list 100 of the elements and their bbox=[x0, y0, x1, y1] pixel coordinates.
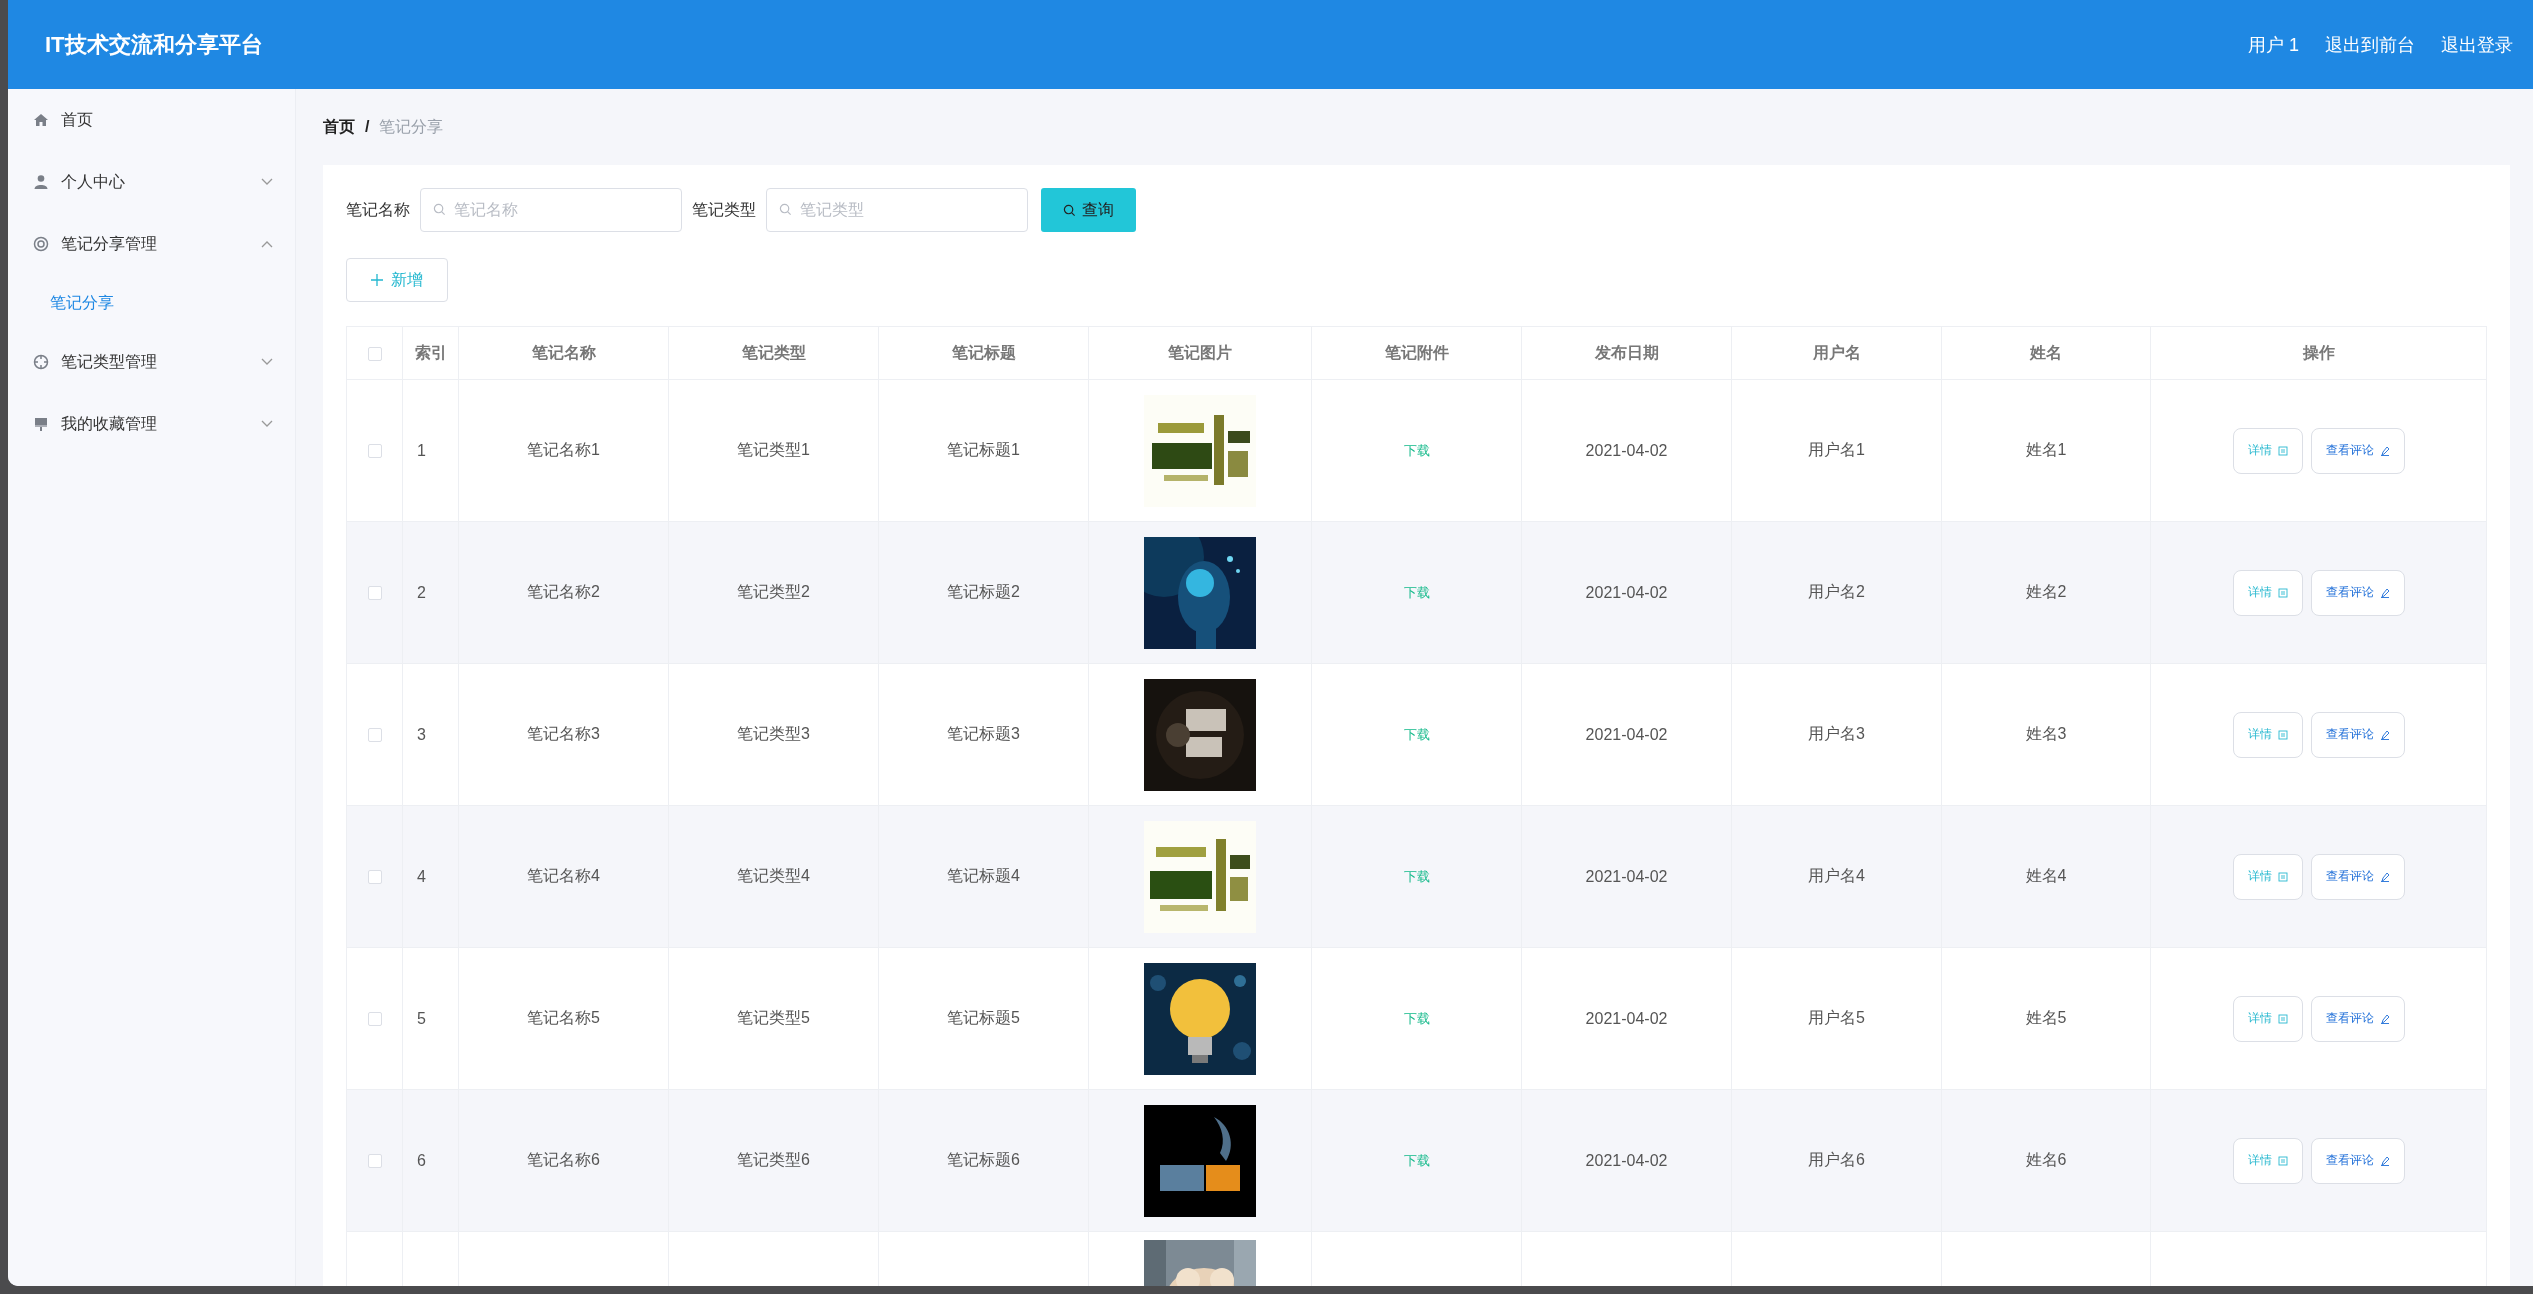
pencil-icon bbox=[2379, 445, 2390, 456]
comments-button[interactable]: 查看评论 bbox=[2310, 853, 2405, 900]
table-cell: 笔记类型5 bbox=[737, 1009, 810, 1026]
home-icon bbox=[33, 112, 49, 128]
pencil-icon bbox=[2379, 871, 2390, 882]
details-button[interactable]: 详情 bbox=[2232, 995, 2303, 1042]
pin-icon bbox=[33, 416, 49, 432]
field-label: 笔记名称 bbox=[346, 199, 410, 220]
search-icon bbox=[433, 203, 446, 216]
table-cell: 笔记名称5 bbox=[527, 1009, 600, 1026]
pencil-icon bbox=[2379, 1155, 2390, 1166]
table-cell: 姓名4 bbox=[2025, 867, 2067, 884]
checkbox[interactable] bbox=[367, 1154, 382, 1169]
search-icon bbox=[779, 203, 792, 216]
app-title: IT技术交流和分享平台 bbox=[45, 30, 263, 59]
index-cell: 4 bbox=[417, 867, 426, 885]
search-button[interactable]: 查询 bbox=[1041, 188, 1136, 232]
table-cell: 笔记类型4 bbox=[737, 867, 810, 884]
table-cell: 笔记标题4 bbox=[947, 867, 1020, 884]
sidebar-item[interactable]: 笔记类型管理 bbox=[8, 331, 295, 393]
checkbox[interactable] bbox=[367, 870, 382, 885]
plus-icon bbox=[371, 274, 383, 286]
table-cell: 用户名3 bbox=[1808, 725, 1865, 742]
sidebar-item[interactable]: 首页 bbox=[8, 89, 295, 151]
column-header: 姓名 bbox=[2030, 343, 2062, 361]
table-cell: 用户名6 bbox=[1808, 1151, 1865, 1168]
checkbox[interactable] bbox=[367, 1012, 382, 1027]
checkbox[interactable] bbox=[367, 346, 382, 361]
details-button[interactable]: 详情 bbox=[2232, 711, 2303, 758]
comments-button[interactable]: 查看评论 bbox=[2310, 995, 2405, 1042]
index-cell: 3 bbox=[417, 725, 426, 743]
comments-button[interactable]: 查看评论 bbox=[2310, 711, 2405, 758]
header-link[interactable]: 退出到前台 bbox=[2325, 32, 2415, 57]
document-icon bbox=[2277, 1155, 2288, 1166]
breadcrumb-current: 笔记分享 bbox=[379, 116, 444, 137]
table-cell: 用户名2 bbox=[1808, 583, 1865, 600]
document-icon bbox=[2277, 729, 2288, 740]
download-link[interactable]: 下载 bbox=[1403, 585, 1430, 600]
table-cell: 2021-04-02 bbox=[1585, 583, 1668, 601]
table-cell: 姓名2 bbox=[2025, 583, 2067, 600]
checkbox[interactable] bbox=[367, 728, 382, 743]
table-cell: 2021-04-02 bbox=[1585, 1151, 1668, 1169]
download-link[interactable]: 下载 bbox=[1403, 1153, 1430, 1168]
checkbox[interactable] bbox=[367, 444, 382, 459]
table-cell: 笔记类型6 bbox=[737, 1151, 810, 1168]
table-cell: 笔记名称4 bbox=[527, 867, 600, 884]
column-header: 索引 bbox=[414, 343, 447, 361]
breadcrumb-link[interactable]: 首页 bbox=[323, 116, 355, 138]
download-link[interactable]: 下载 bbox=[1403, 1011, 1430, 1026]
download-link[interactable]: 下载 bbox=[1403, 443, 1430, 458]
download-link[interactable]: 下载 bbox=[1403, 869, 1430, 884]
add-button[interactable]: 新增 bbox=[346, 258, 448, 302]
index-cell: 5 bbox=[417, 1009, 426, 1027]
table-cell: 笔记类型3 bbox=[737, 725, 810, 742]
sidebar-item[interactable]: 个人中心 bbox=[8, 151, 295, 213]
comments-button[interactable]: 查看评论 bbox=[2310, 427, 2405, 474]
ring-icon bbox=[33, 236, 49, 252]
table-cell: 用户名5 bbox=[1808, 1009, 1865, 1026]
comments-button[interactable]: 查看评论 bbox=[2310, 1137, 2405, 1184]
header-link[interactable]: 用户 1 bbox=[2248, 32, 2299, 57]
search-field[interactable]: 笔记名称 bbox=[420, 188, 682, 232]
field-label: 笔记类型 bbox=[692, 199, 756, 220]
table-cell: 姓名3 bbox=[2025, 725, 2067, 742]
column-header: 笔记图片 bbox=[1168, 343, 1232, 361]
sidebar-item[interactable]: 我的收藏管理 bbox=[8, 393, 295, 455]
table-cell: 笔记名称1 bbox=[527, 441, 600, 458]
details-button[interactable]: 详情 bbox=[2232, 427, 2303, 474]
table-cell: 笔记标题1 bbox=[947, 441, 1020, 458]
document-icon bbox=[2277, 587, 2288, 598]
table-cell: 笔记名称3 bbox=[527, 725, 600, 742]
table-cell: 2021-04-02 bbox=[1585, 725, 1668, 743]
document-icon bbox=[2277, 871, 2288, 882]
crosshair-icon bbox=[33, 354, 49, 370]
search-icon bbox=[1063, 203, 1076, 217]
table-cell: 笔记标题6 bbox=[947, 1151, 1020, 1168]
column-header: 笔记类型 bbox=[741, 343, 806, 361]
header-link[interactable]: 退出登录 bbox=[2441, 32, 2513, 57]
details-button[interactable]: 详情 bbox=[2232, 1137, 2303, 1184]
details-button[interactable]: 详情 bbox=[2232, 853, 2303, 900]
table-cell: 笔记标题2 bbox=[947, 583, 1020, 600]
table-cell: 笔记类型1 bbox=[737, 441, 810, 458]
column-header: 笔记名称 bbox=[531, 343, 596, 361]
table-cell: 笔记名称6 bbox=[527, 1151, 600, 1168]
table-cell: 笔记名称2 bbox=[527, 583, 600, 600]
search-field[interactable]: 笔记类型 bbox=[766, 188, 1028, 232]
comments-button[interactable]: 查看评论 bbox=[2310, 569, 2405, 616]
details-button[interactable]: 详情 bbox=[2232, 569, 2303, 616]
sidebar-subitem[interactable]: 笔记分享 bbox=[8, 275, 295, 331]
index-cell: 1 bbox=[417, 441, 426, 459]
sidebar-item[interactable]: 笔记分享管理 bbox=[8, 213, 295, 275]
table-cell: 笔记标题3 bbox=[947, 725, 1020, 742]
index-cell: 2 bbox=[417, 583, 426, 601]
table-cell: 用户名1 bbox=[1808, 441, 1865, 458]
table-cell: 姓名5 bbox=[2025, 1009, 2067, 1026]
checkbox[interactable] bbox=[367, 586, 382, 601]
column-header: 用户名 bbox=[1812, 343, 1861, 361]
table-cell: 姓名1 bbox=[2025, 441, 2067, 458]
table-cell: 2021-04-02 bbox=[1585, 441, 1668, 459]
table-cell: 用户名4 bbox=[1808, 867, 1865, 884]
download-link[interactable]: 下载 bbox=[1403, 727, 1430, 742]
